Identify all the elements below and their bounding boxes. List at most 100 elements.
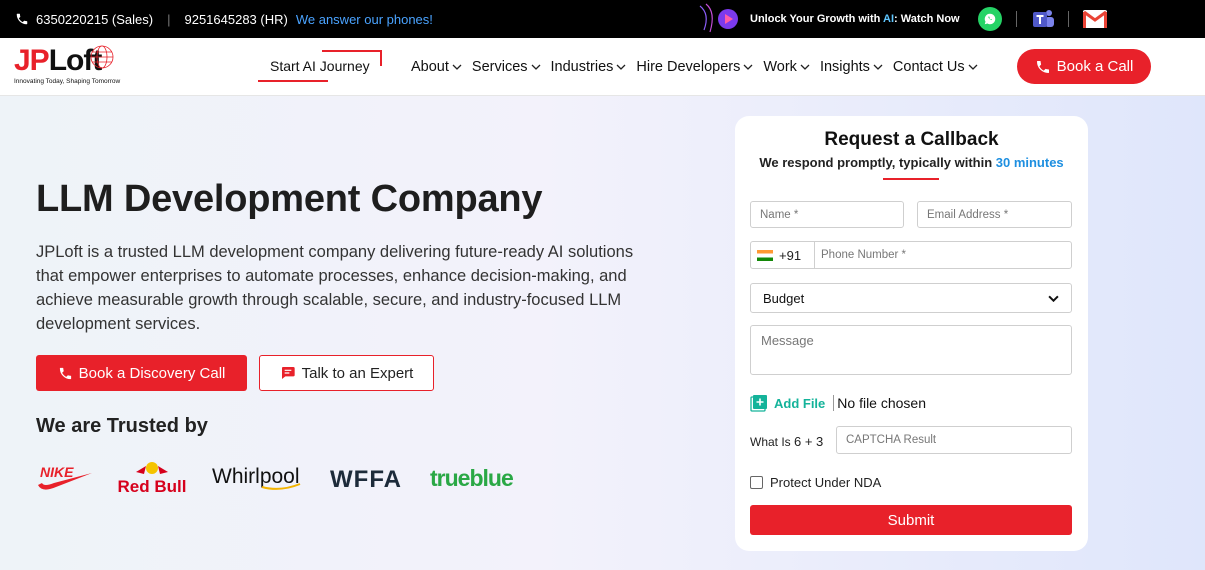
nav-label: Industries: [550, 59, 614, 75]
nav-services[interactable]: Services: [472, 59, 541, 75]
start-ai-journey-button[interactable]: Start AI Journey: [258, 50, 382, 82]
sales-phone-link[interactable]: 6350220215 (Sales): [36, 12, 153, 27]
talk-expert-label: Talk to an Expert: [301, 364, 414, 382]
add-file-label: Add File: [774, 395, 826, 411]
phone-field: +91 Phone Number *: [750, 241, 1072, 269]
nike-logo: NIKE: [36, 458, 96, 498]
answer-phones-text: We answer our phones!: [295, 11, 433, 27]
email-field[interactable]: Email Address *: [917, 201, 1072, 228]
gmail-icon[interactable]: [1082, 9, 1108, 29]
nav-label: Insights: [819, 59, 870, 75]
decorative-accent: [321, 50, 382, 52]
nav-industries[interactable]: Industries: [551, 59, 627, 75]
submit-button[interactable]: Submit: [750, 505, 1072, 535]
chevron-down-icon: [968, 64, 978, 70]
chevron-down-icon: [1048, 295, 1059, 302]
chevron-down-icon: [531, 64, 540, 70]
message-field[interactable]: Message: [750, 325, 1072, 375]
divider: [1016, 11, 1017, 27]
phone-icon: [1036, 60, 1049, 73]
add-file-icon: [750, 395, 767, 412]
india-flag-icon: [757, 249, 773, 261]
main-nav: About Services Industries Hire Developer…: [411, 38, 988, 96]
decorative-accent: [258, 80, 328, 82]
add-file-control[interactable]: Add File No file chosen: [750, 394, 926, 412]
captcha-question: What Is 6 + 3: [750, 434, 823, 449]
talk-to-expert-button[interactable]: Talk to an Expert: [259, 355, 434, 391]
whatsapp-icon[interactable]: [978, 7, 1002, 31]
nda-checkbox[interactable]: Protect Under NDA: [750, 475, 881, 490]
name-field[interactable]: Name *: [750, 201, 904, 228]
title-underline: [883, 178, 939, 180]
divider: [1068, 11, 1069, 27]
globe-icon: [90, 45, 114, 69]
hero-description: JPLoft is a trusted LLM development comp…: [36, 243, 634, 333]
response-time: 30 minutes: [995, 155, 1064, 170]
nav-label: Hire Developers: [636, 59, 741, 75]
callback-form: Request a Callback We respond promptly, …: [735, 116, 1088, 551]
captcha-prefix: What Is: [750, 435, 795, 449]
nav-contact-us[interactable]: Contact Us: [893, 59, 978, 75]
divider: |: [167, 11, 171, 27]
growth-ai: AI: [883, 13, 895, 25]
form-title: Request a Callback: [824, 129, 999, 150]
hr-phone-link[interactable]: 9251645283 (HR): [184, 12, 287, 27]
discovery-call-label: Book a Discovery Call: [78, 364, 226, 382]
decorative-accent: [379, 50, 382, 66]
teams-icon[interactable]: [1030, 7, 1056, 31]
no-file-chosen: No file chosen: [833, 395, 926, 411]
phone-icon: [59, 367, 71, 379]
country-code: +91: [779, 247, 802, 263]
whirlpool-wordmark: Whirlpool: [212, 465, 300, 488]
chevron-down-icon: [452, 64, 462, 70]
main-header: JPLoft Innovating Today, Shaping Tomorro…: [0, 38, 1205, 96]
top-bar: 6350220215 (Sales) | 9251645283 (HR) We …: [0, 0, 1205, 38]
nav-work[interactable]: Work: [763, 59, 810, 75]
chat-icon: [281, 367, 295, 379]
form-subtitle: We respond promptly, typically within 30…: [735, 155, 1088, 170]
book-call-label: Book a Call: [1056, 58, 1134, 75]
watch-now-promo[interactable]: Unlock Your Growth with AI: Watch Now: [696, 0, 960, 38]
nav-label: Work: [763, 59, 797, 75]
nav-label: About: [411, 59, 449, 75]
growth-prefix: Unlock Your Growth with: [750, 13, 884, 25]
subtitle-prefix: We respond promptly, typically within: [759, 155, 996, 170]
chevron-down-icon: [873, 64, 883, 70]
budget-select[interactable]: Budget: [750, 283, 1072, 313]
trusted-heading: We are Trusted by: [36, 415, 208, 437]
ai-journey-label: Start AI Journey: [270, 58, 370, 74]
logo-tagline: Innovating Today, Shaping Tomorrow: [14, 78, 121, 85]
chevron-down-icon: [743, 64, 753, 70]
nav-label: Services: [471, 59, 528, 75]
chevron-down-icon: [800, 64, 810, 70]
logo-wordmark: JPLoft: [14, 46, 136, 76]
trueblue-wordmark: trueblue: [430, 465, 513, 491]
book-discovery-call-button[interactable]: Book a Discovery Call: [36, 355, 247, 391]
whirlpool-logo: Whirlpool: [210, 458, 308, 498]
country-code-selector[interactable]: +91: [751, 242, 815, 268]
nda-label: Protect Under NDA: [770, 475, 882, 490]
growth-suffix: : Watch Now: [894, 13, 960, 25]
book-a-call-button[interactable]: Book a Call: [1017, 49, 1151, 84]
redbull-logo: Red Bull: [114, 458, 190, 498]
chevron-down-icon: [616, 64, 626, 70]
phone-icon: [14, 11, 30, 27]
nav-label: Contact Us: [892, 59, 965, 75]
logo-jp: JP: [14, 44, 50, 77]
play-icon: [696, 0, 742, 38]
budget-value: Budget: [763, 290, 805, 306]
phone-input[interactable]: Phone Number *: [815, 249, 906, 261]
redbull-wordmark: Red Bull: [118, 477, 187, 496]
checkbox-icon: [750, 476, 763, 489]
wffa-logo: WFFA: [328, 458, 408, 498]
nav-insights[interactable]: Insights: [820, 59, 883, 75]
nav-about[interactable]: About: [411, 59, 462, 75]
jploft-logo[interactable]: JPLoft Innovating Today, Shaping Tomorro…: [14, 46, 136, 92]
wffa-wordmark: WFFA: [330, 466, 402, 493]
trueblue-logo: trueblue: [428, 458, 528, 498]
nav-hire-developers[interactable]: Hire Developers: [636, 59, 753, 75]
captcha-sum: 6 + 3: [794, 434, 824, 449]
page-title: LLM Development Company: [36, 178, 543, 220]
captcha-input[interactable]: CAPTCHA Result: [836, 426, 1072, 454]
nike-wordmark: NIKE: [40, 464, 74, 480]
